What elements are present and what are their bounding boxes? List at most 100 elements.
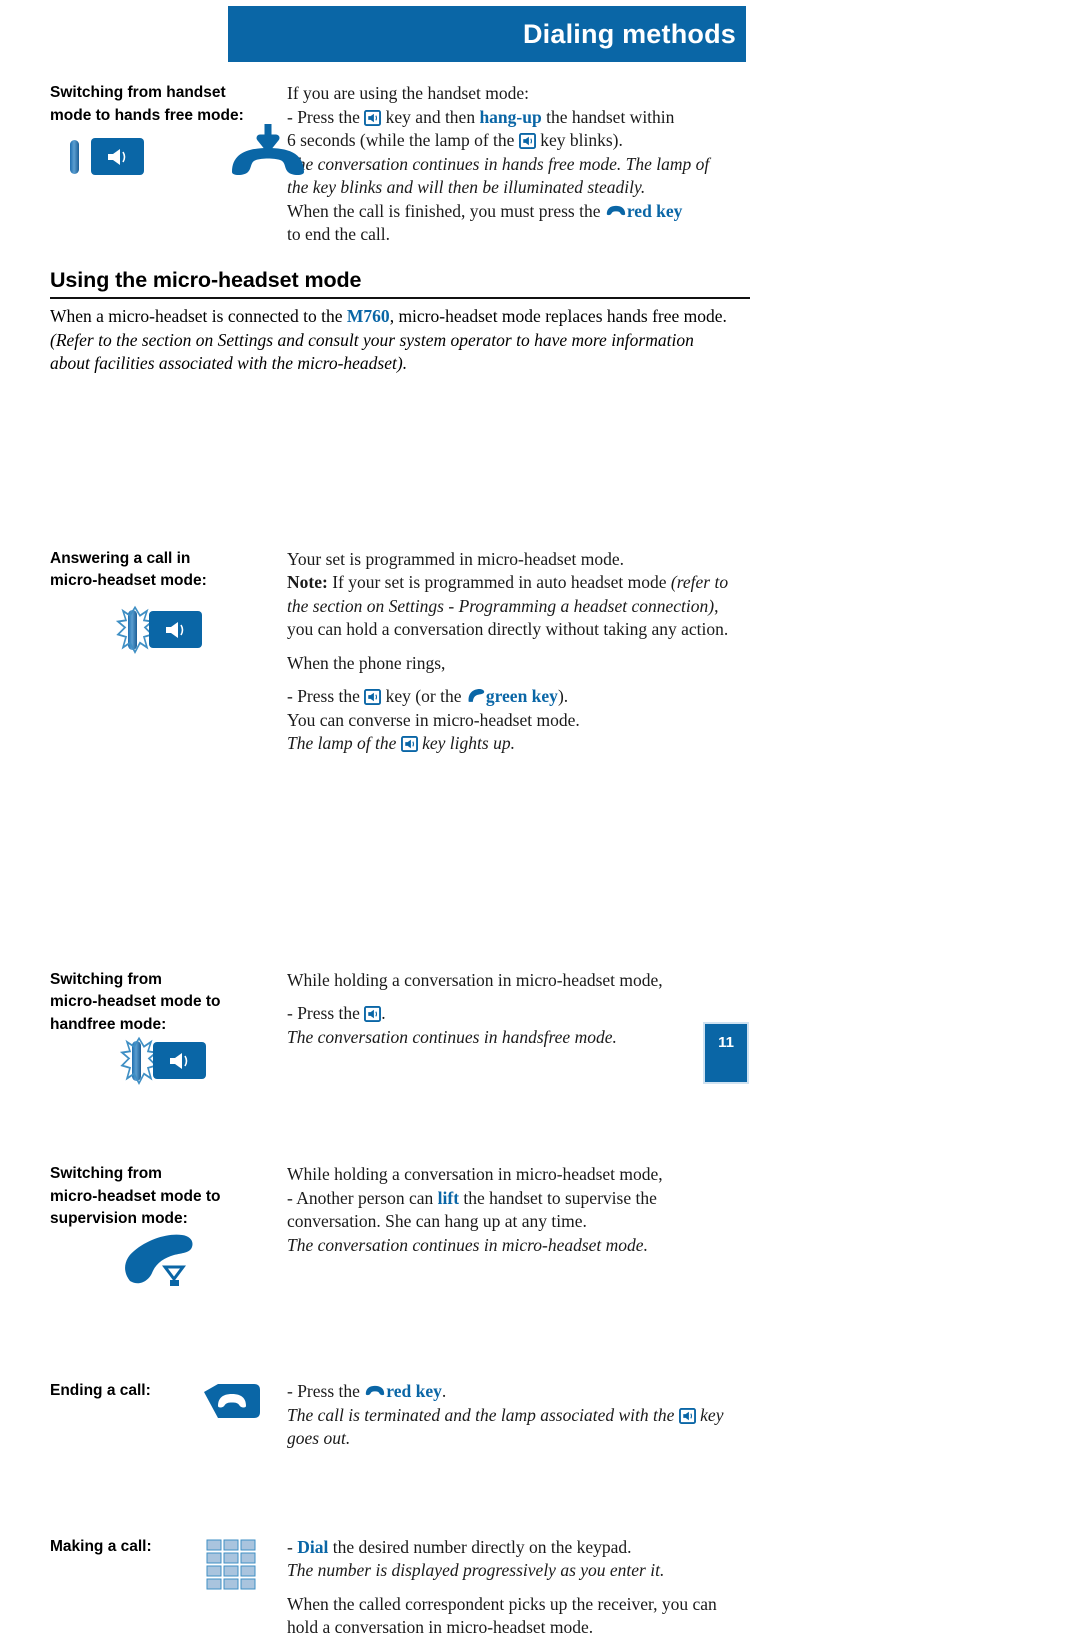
text-frag: key	[695, 1404, 724, 1425]
text-line: The conversation continues in hands free…	[287, 153, 710, 174]
text-line: Your set is programmed in micro-headset …	[287, 548, 624, 569]
lift-handset-graphic	[125, 1234, 193, 1286]
text-line: - Press the key and then hang-up the han…	[287, 106, 750, 130]
blinking-handsfree-key-icon	[116, 605, 202, 654]
speaker-key-inline-icon	[364, 1006, 382, 1022]
speaker-key-box-icon	[153, 1042, 206, 1079]
label-line-3: handfree mode:	[50, 1015, 167, 1033]
speaker-key-inline-icon	[518, 133, 536, 149]
block-body-answering-call: Your set is programmed in micro-headset …	[287, 548, 750, 756]
text-line: the key blinks and will then be illumina…	[287, 177, 646, 197]
block-switching-handset-to-handsfree: Switching from handset mode to hands fre…	[50, 82, 750, 247]
text-line: - Dial the desired number directly on th…	[287, 1536, 750, 1560]
text-line: While holding a conversation in micro-he…	[287, 969, 663, 990]
blinking-handsfree-key-icon	[120, 1036, 206, 1085]
label-line-1: Switching from	[50, 970, 162, 988]
hang-up-handset-graphic	[232, 124, 304, 175]
block-body-making-call: - Dial the desired number directly on th…	[287, 1536, 750, 1640]
text-line: The lamp of the key lights up.	[287, 732, 750, 756]
red-key-inline-icon	[606, 205, 626, 215]
handsfree-key-graphic	[70, 138, 144, 175]
lift-handset-icon	[118, 1229, 214, 1296]
text-frag: the handset to supervise the	[459, 1187, 657, 1208]
text-line: Note: If your set is programmed in auto …	[287, 571, 750, 595]
text-frag: key lights up.	[417, 733, 515, 753]
note-label: Note:	[287, 572, 328, 592]
text-line: the section on Settings - Programming a …	[287, 595, 750, 619]
text-frag: ).	[557, 686, 569, 706]
text-line: you can hold a conversation directly wit…	[287, 619, 729, 639]
text-line: - Press the red key.	[287, 1380, 750, 1404]
red-key-icon	[202, 1382, 262, 1429]
red-key-inline-icon	[366, 1385, 385, 1396]
text-frag: (refer to	[670, 572, 729, 592]
keypad-icon	[206, 1539, 258, 1596]
page-number-tab: 11	[703, 1022, 749, 1084]
block-making-call: Making a call: - Dial the desired number…	[50, 1536, 750, 1640]
label-line-1: Answering a call in	[50, 549, 191, 567]
page-header-band: Dialing methods	[228, 6, 746, 62]
lamp-bar-icon	[70, 139, 79, 174]
text-line: The conversation continues in handsfree …	[287, 1026, 617, 1047]
text-frag: the section on Settings - Programming a …	[287, 595, 715, 616]
speaker-key-box-icon	[91, 138, 144, 175]
label-line-2: micro-headset mode to	[50, 1187, 221, 1205]
text-frag: .	[441, 1381, 447, 1401]
text-frag: When the call is finished, you must pres…	[287, 200, 605, 221]
handsfree-key-icon	[70, 138, 144, 175]
speaker-glyph-icon	[166, 622, 184, 638]
block-switching-to-supervision: Switching from micro-headset mode to sup…	[50, 1163, 750, 1286]
section-heading-block: Using the micro-headset mode	[50, 268, 750, 299]
block-label-switching-handsfree: Switching from micro-headset mode to han…	[50, 969, 280, 1037]
block-label-answering-call: Answering a call in micro-headset mode:	[50, 548, 280, 593]
text-frag: .	[381, 1003, 386, 1023]
text-frag: - Press the	[287, 1381, 365, 1401]
speaker-key-box-icon	[149, 611, 202, 648]
page-title: Dialing methods	[522, 18, 736, 49]
red-key-emphasis: red key	[626, 200, 683, 221]
block-body-switching-handset: If you are using the handset mode: - Pre…	[287, 82, 750, 247]
label-line-1: Switching from	[50, 1165, 162, 1182]
blinking-lamp-graphic	[120, 1036, 158, 1085]
hang-up-handset-icon	[222, 122, 314, 185]
red-key-graphic	[204, 1384, 260, 1418]
block-label-switching-handset: Switching from handset mode to hands fre…	[50, 82, 280, 127]
model-emphasis: M760	[346, 306, 390, 326]
text-line: - Another person can lift the handset to…	[287, 1187, 750, 1211]
text-frag: The call is terminated and the lamp asso…	[287, 1404, 679, 1425]
block-body-switching-supervision: While holding a conversation in micro-he…	[287, 1163, 750, 1257]
text-frag: key and then	[381, 106, 480, 127]
text-line: hold a conversation in micro-headset mod…	[287, 1617, 594, 1637]
document-page: Dialing methods Switching from handset m…	[0, 0, 1080, 1637]
speaker-key-inline-icon	[400, 736, 418, 752]
text-frag: 6 seconds (while the lamp of the	[287, 130, 519, 150]
text-line: to end the call.	[287, 224, 391, 244]
text-frag: key blinks).	[535, 130, 623, 150]
speaker-glyph-icon	[108, 149, 126, 165]
block-body-ending-call: - Press the red key. The call is termina…	[287, 1380, 750, 1451]
speaker-key-inline-icon	[364, 109, 382, 126]
text-line: When a micro-headset is connected to the…	[50, 305, 750, 329]
speaker-glyph-icon	[170, 1053, 188, 1069]
text-line: When the call is finished, you must pres…	[287, 200, 750, 224]
text-line: - Press the key (or the green key).	[287, 685, 750, 709]
text-line: conversation. She can hang up at any tim…	[287, 1211, 587, 1231]
section-intro: When a micro-headset is connected to the…	[50, 305, 750, 376]
text-frag: key (or the	[381, 686, 466, 706]
text-frag: - Press the	[287, 686, 365, 706]
text-line: If you are using the handset mode:	[287, 83, 530, 103]
text-frag: , micro-headset mode replaces hands free…	[389, 306, 727, 326]
block-answering-call: Answering a call in micro-headset mode: …	[50, 548, 750, 756]
green-key-inline-icon	[468, 689, 485, 702]
text-line: While holding a conversation in micro-he…	[287, 1164, 663, 1184]
speaker-key-inline-icon	[364, 689, 382, 705]
label-line-3: supervision mode:	[50, 1210, 188, 1227]
hang-up-emphasis: hang-up	[479, 106, 542, 127]
text-frag: the handset within	[541, 106, 675, 127]
text-frag: When a micro-headset is connected to the	[50, 306, 347, 326]
block-label-switching-supervision: Switching from micro-headset mode to sup…	[50, 1163, 280, 1231]
blinking-lamp-graphic	[116, 605, 154, 654]
